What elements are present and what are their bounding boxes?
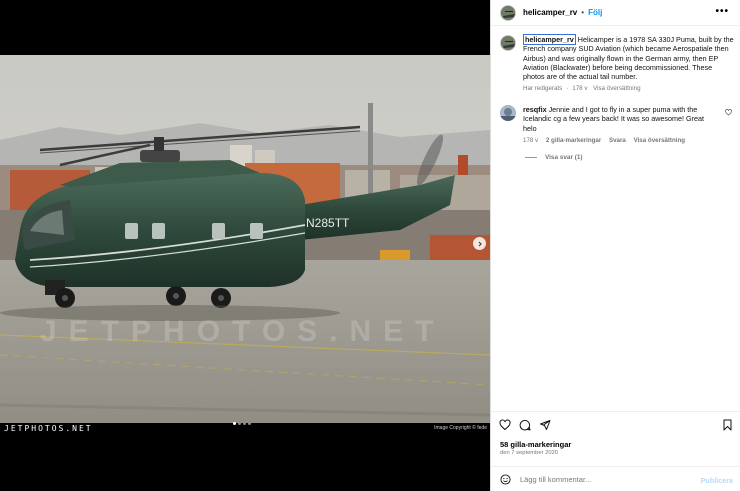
post-date: den 7 september 2020 xyxy=(500,450,559,456)
comment-like-heart-icon[interactable] xyxy=(725,109,732,116)
caption-translate-link[interactable]: Visa översättning xyxy=(593,85,640,92)
avatar[interactable] xyxy=(500,4,516,21)
post-sidebar: helicamper_rv • Följ ••• helicamper_rv H… xyxy=(490,0,740,491)
header-separator: • xyxy=(581,8,585,17)
emoji-icon[interactable] xyxy=(500,474,511,485)
comment-username[interactable]: resqfix xyxy=(523,105,547,114)
caption-meta: Har redigerats · 178 v Visa översättning xyxy=(523,84,734,93)
watermark-text: JETPHOTOS.NET xyxy=(40,315,446,348)
view-replies-button[interactable]: Visa svar (1) xyxy=(525,154,583,161)
comment-body: Jennie and I got to fly in a super puma … xyxy=(523,105,704,133)
tail-number: N285TT xyxy=(306,216,350,230)
add-comment-bar: Publicera xyxy=(491,466,740,491)
post-actions: 58 gilla-markeringar den 7 september 202… xyxy=(491,411,740,491)
caption-age[interactable]: 178 v xyxy=(572,85,587,92)
comment-avatar[interactable] xyxy=(500,105,516,121)
view-replies-label: Visa svar (1) xyxy=(545,154,583,161)
post-media: N285TT JETPHOTOS.NET JETPHOTOS.NET Image… xyxy=(0,0,490,491)
image-copyright: Image Copyright © fede xyxy=(434,425,487,431)
comment-translate-link[interactable]: Visa översättning xyxy=(634,137,685,144)
reply-button[interactable]: Svara xyxy=(609,137,626,144)
carousel-dot xyxy=(233,422,236,425)
comment-icon[interactable] xyxy=(519,419,531,431)
post-header: helicamper_rv • Följ xyxy=(491,0,740,26)
carousel-dot xyxy=(248,422,251,425)
caption-avatar[interactable] xyxy=(500,35,516,51)
carousel-dot xyxy=(243,422,246,425)
comment-input[interactable] xyxy=(520,475,690,484)
replies-line xyxy=(525,157,537,158)
more-icon[interactable]: ••• xyxy=(715,6,729,17)
comment-age[interactable]: 178 v xyxy=(523,137,538,144)
header-username[interactable]: helicamper_rv xyxy=(523,8,577,17)
jetphotos-logo: JETPHOTOS.NET xyxy=(4,424,93,433)
heart-icon[interactable] xyxy=(499,419,511,431)
helicopter-photo: N285TT xyxy=(0,55,490,433)
likes-count[interactable]: 58 gilla-markeringar xyxy=(500,440,571,449)
carousel-dot xyxy=(238,422,241,425)
post-caption: helicamper_rv Helicamper is a 1978 SA 33… xyxy=(500,34,734,94)
bookmark-icon[interactable] xyxy=(722,419,733,431)
comment-meta: 178 v 2 gilla-markeringar Svara Visa öve… xyxy=(523,136,718,145)
share-icon[interactable] xyxy=(539,419,551,431)
publish-button[interactable]: Publicera xyxy=(701,476,733,485)
edited-label: Har redigerats xyxy=(523,85,563,93)
comment: resqfix Jennie and I got to fly in a sup… xyxy=(500,105,734,145)
follow-button[interactable]: Följ xyxy=(588,8,602,17)
caption-sep: · xyxy=(566,85,569,93)
carousel-dots xyxy=(233,422,251,425)
comment-likes[interactable]: 2 gilla-markeringar xyxy=(546,137,601,144)
next-slide-button[interactable] xyxy=(473,237,486,250)
chevron-right-icon xyxy=(478,241,482,246)
